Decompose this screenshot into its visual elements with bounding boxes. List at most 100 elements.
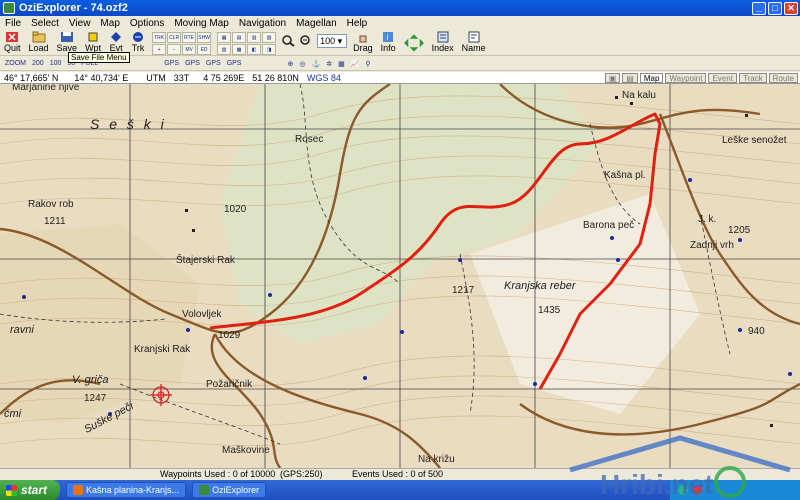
- tool-button[interactable]: ▩: [232, 44, 247, 55]
- zoom-out-icon: [300, 35, 310, 45]
- tool-button[interactable]: ▨: [217, 44, 232, 55]
- ozi-window: OziExplorer - 74.ozf2 _ □ ✕ File Select …: [0, 0, 800, 500]
- quit-button[interactable]: Quit: [0, 30, 25, 56]
- map-label: 1029: [218, 330, 241, 341]
- tool-button[interactable]: CLR: [167, 32, 182, 43]
- tool-button[interactable]: ◨: [262, 44, 277, 55]
- tray-icon[interactable]: [692, 485, 702, 495]
- chart-icon[interactable]: 📈: [348, 60, 363, 68]
- load-label: Load: [28, 43, 49, 53]
- gps-button[interactable]: GPS: [161, 60, 182, 67]
- menu-moving-map[interactable]: Moving Map: [169, 18, 233, 29]
- track-button[interactable]: Trk: [127, 30, 149, 56]
- longitude-readout: 14° 40,734' E: [74, 72, 129, 83]
- tray-icon[interactable]: [678, 485, 688, 495]
- taskbar-item-ozi[interactable]: OziExplorer: [192, 482, 267, 498]
- map-canvas[interactable]: Marjanine njive S e š k i Rakov rob 1211…: [0, 84, 800, 468]
- gps-button[interactable]: GPS: [224, 60, 245, 67]
- menu-select[interactable]: Select: [26, 18, 64, 29]
- windows-logo-icon: [6, 484, 17, 496]
- zoom-in-icon: [282, 35, 295, 47]
- info-button[interactable]: i Info: [377, 30, 400, 56]
- load-button[interactable]: Load: [25, 30, 53, 56]
- tool-button[interactable]: SHW: [197, 32, 212, 43]
- gear-icon[interactable]: ✲: [323, 60, 335, 68]
- zoom-preset-button[interactable]: ZOOM: [2, 60, 29, 67]
- target-icon[interactable]: ◎: [296, 60, 308, 68]
- tool-button[interactable]: MV: [182, 44, 197, 55]
- tool-button[interactable]: ◧: [247, 44, 262, 55]
- firefox-icon: [73, 485, 83, 495]
- events-used: Events Used : 0 of 500: [352, 469, 444, 479]
- tool-button[interactable]: ▧: [262, 32, 277, 43]
- move-arrows-button[interactable]: [400, 30, 428, 56]
- zoom-out-button[interactable]: [297, 30, 315, 56]
- index-button[interactable]: Index: [428, 30, 458, 56]
- tool-button[interactable]: TRK: [152, 32, 167, 43]
- taskbar-item-label: OziExplorer: [212, 485, 260, 495]
- map-label: Štajerski Rak: [176, 255, 235, 266]
- map-label: Volovljek: [182, 309, 222, 320]
- menu-view[interactable]: View: [64, 18, 96, 29]
- zoom-select[interactable]: 100 ▾: [317, 34, 348, 48]
- pin-icon[interactable]: ⚲: [362, 60, 373, 68]
- tool-button[interactable]: ED: [197, 44, 212, 55]
- map-label: Na križu: [418, 454, 455, 465]
- map-label: Kranjski Rak: [134, 344, 191, 355]
- map-label: Rakov rob: [28, 199, 74, 210]
- tool-button[interactable]: ▤: [232, 32, 247, 43]
- map-label: Marjanine njive: [12, 84, 80, 93]
- menu-help[interactable]: Help: [342, 18, 373, 29]
- move-arrows-icon: [403, 34, 424, 52]
- tool-button[interactable]: −: [167, 44, 182, 55]
- anchor-icon[interactable]: ⚓: [308, 60, 323, 68]
- compass-icon[interactable]: ⊕: [284, 60, 296, 68]
- tool-button[interactable]: ▦: [217, 32, 232, 43]
- menu-options[interactable]: Options: [125, 18, 169, 29]
- menu-map[interactable]: Map: [95, 18, 124, 29]
- map-label: Rosec: [295, 134, 324, 145]
- map-label: S e š k i: [90, 116, 167, 132]
- zoom-preset-button[interactable]: 100: [47, 60, 65, 67]
- drag-button[interactable]: Drag: [349, 30, 377, 56]
- map-label: 1217: [452, 285, 475, 296]
- index-icon: [437, 31, 449, 43]
- tab-map[interactable]: Map: [639, 72, 664, 83]
- name-button[interactable]: Name: [458, 30, 490, 56]
- tab-waypoint[interactable]: Waypoint: [665, 72, 707, 83]
- menu-navigation[interactable]: Navigation: [234, 18, 291, 29]
- menu-bar: File Select View Map Options Moving Map …: [0, 16, 800, 30]
- taskbar-item-browser[interactable]: Kašna planina-Kranjs...: [66, 482, 187, 498]
- tab-track[interactable]: Track: [738, 72, 767, 83]
- view-toggle-icon[interactable]: ▣: [604, 72, 621, 83]
- gps-button[interactable]: GPS: [203, 60, 224, 67]
- zoom-preset-button[interactable]: 200: [29, 60, 47, 67]
- utm-zone: 33T: [173, 72, 190, 83]
- window-title: OziExplorer - 74.ozf2: [19, 2, 128, 14]
- menu-magellan[interactable]: Magellan: [291, 18, 342, 29]
- tool-button[interactable]: ▥: [247, 32, 262, 43]
- map-label: Na kalu: [622, 90, 656, 101]
- gps-button[interactable]: GPS: [182, 60, 203, 67]
- track-tools-grid: TRK CLR RTE SHW + − MV ED: [149, 30, 214, 57]
- maximize-button[interactable]: □: [768, 1, 782, 15]
- tab-route[interactable]: Route: [768, 72, 798, 83]
- map-label: Maškovine: [222, 445, 270, 456]
- tool-button[interactable]: RTE: [182, 32, 197, 43]
- tool-button[interactable]: +: [152, 44, 167, 55]
- map-label: 1247: [84, 393, 107, 404]
- track-icon: [133, 32, 144, 42]
- load-icon: [32, 31, 46, 43]
- menu-file[interactable]: File: [0, 18, 26, 29]
- close-button[interactable]: ✕: [784, 1, 798, 15]
- map-label: V. griča: [72, 374, 109, 386]
- start-button[interactable]: start: [0, 480, 60, 500]
- grid-icon[interactable]: ▦: [335, 60, 348, 68]
- minimize-button[interactable]: _: [752, 1, 766, 15]
- waypoints-used: Waypoints Used : 0 of 10000: [160, 469, 276, 479]
- tab-event[interactable]: Event: [708, 72, 737, 83]
- utm-northing: 51 26 810N: [252, 72, 299, 83]
- save-view-icon[interactable]: ▤: [622, 72, 638, 83]
- taskbar: start Kašna planina-Kranjs... OziExplore…: [0, 480, 800, 500]
- zoom-in-button[interactable]: [279, 30, 297, 56]
